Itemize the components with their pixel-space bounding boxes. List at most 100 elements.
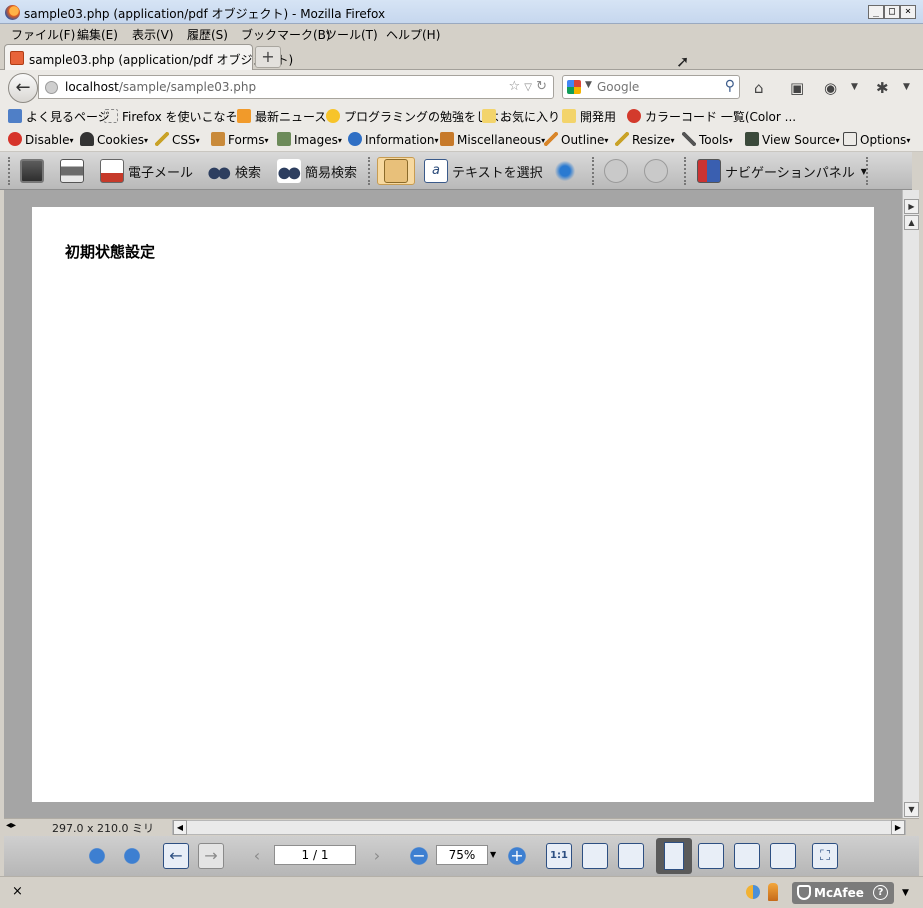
two-page-continuous-icon[interactable] [770, 843, 796, 869]
fit-page-icon[interactable] [582, 843, 608, 869]
rotate-ccw-button[interactable] [604, 157, 632, 185]
back-view-icon[interactable]: ← [163, 843, 189, 869]
menu-history[interactable]: 履歴(S) [187, 26, 228, 43]
navigation-panel-button[interactable]: ナビゲーションパネル ▼ [697, 157, 867, 185]
dev-miscellaneous[interactable]: Miscellaneous▾ [440, 132, 545, 147]
dev-outline[interactable]: Outline▾ [544, 132, 608, 147]
bookmark-development[interactable]: 開発用 [562, 108, 616, 124]
menu-tools[interactable]: ツール(T) [325, 26, 378, 43]
dev-cookies[interactable]: Cookies▾ [80, 132, 148, 147]
bookmark-most-visited[interactable]: よく見るページ [8, 108, 110, 124]
bookmark-favorites[interactable]: お気に入り [482, 108, 560, 124]
mcafee-shield-icon [797, 885, 811, 900]
pdf-viewer[interactable]: 初期状態設定 [4, 190, 902, 818]
close-window-button[interactable]: × [900, 5, 916, 19]
google-icon[interactable] [567, 80, 581, 94]
help-icon[interactable]: ? [873, 885, 888, 900]
search-engine-dropdown-icon[interactable]: ▼ [585, 80, 592, 90]
print-button[interactable] [60, 157, 88, 185]
full-screen-icon[interactable]: ⛶ [812, 843, 838, 869]
zoom-dropdown-icon[interactable]: ▼ [490, 850, 496, 859]
status-bar: × McAfee ? ▼ [0, 876, 923, 908]
hand-tool-button[interactable] [377, 157, 415, 185]
fit-width-icon[interactable] [618, 843, 644, 869]
zoom-input[interactable] [436, 845, 488, 865]
previous-page-icon[interactable]: ‹ [244, 843, 270, 869]
toolbar-grip [8, 157, 12, 185]
reload-icon[interactable]: ↻ [536, 79, 547, 94]
bookmark-firefox-guide[interactable]: Firefox を使いこなそう [104, 108, 250, 124]
bookmark-color-codes[interactable]: カラーコード 一覧(Color ... [627, 108, 796, 124]
close-status-icon[interactable]: × [12, 884, 23, 899]
actual-size-icon[interactable]: 1:1 [546, 843, 572, 869]
email-button[interactable]: 電子メール [100, 157, 193, 185]
dev-options[interactable]: Options▾ [843, 132, 910, 147]
screen-icon[interactable]: ▣ [790, 79, 804, 97]
vertical-scrollbar[interactable]: ▶ ▲ ▼ [902, 190, 919, 818]
css-icon [155, 132, 169, 146]
next-view-icon[interactable] [119, 843, 145, 869]
screenshot-icon[interactable]: ◉ [824, 79, 837, 97]
dev-tools[interactable]: Tools▾ [682, 132, 733, 147]
bookmark-latest-news[interactable]: 最新ニュース [237, 108, 326, 124]
scroll-right-arrow-icon[interactable]: ▶ [891, 820, 905, 835]
url-text[interactable]: localhost/sample/sample03.php [65, 80, 256, 94]
save-button[interactable] [20, 157, 48, 185]
zoom-out-icon[interactable]: − [406, 843, 432, 869]
folder-icon [482, 109, 496, 123]
menu-edit[interactable]: 編集(E) [77, 26, 118, 43]
bookmark-star-icon[interactable]: ☆ [508, 79, 520, 94]
menu-help[interactable]: ヘルプ(H) [386, 26, 440, 43]
dev-forms[interactable]: Forms▾ [211, 132, 269, 147]
forward-view-icon[interactable]: → [198, 843, 224, 869]
mcafee-button[interactable]: McAfee ? [792, 882, 894, 904]
new-tab-button[interactable]: + [255, 46, 281, 68]
web-developer-bar: Disable▾ Cookies▾ CSS▾ Forms▾ Images▾ In… [0, 128, 923, 152]
addon-dropdown-icon[interactable]: ▼ [903, 82, 910, 92]
status-addon-icon[interactable] [746, 885, 760, 899]
next-page-icon[interactable]: › [364, 843, 390, 869]
page-number-input[interactable] [274, 845, 356, 865]
dev-information[interactable]: Information▾ [348, 132, 438, 147]
url-bar[interactable]: localhost/sample/sample03.php ☆ ▽ ↻ [38, 75, 554, 99]
horizontal-scrollbar[interactable]: ◀ ▶ [172, 820, 906, 835]
maximize-button[interactable]: □ [884, 5, 900, 19]
search-button[interactable]: 検索 [207, 157, 261, 185]
back-button[interactable]: ← [8, 73, 38, 103]
set-button[interactable] [553, 157, 581, 185]
scroll-up-arrow-icon[interactable]: ▲ [904, 215, 919, 230]
continuous-page-icon[interactable] [698, 843, 724, 869]
tab-sample03[interactable]: sample03.php (application/pdf オブジェクト) [4, 44, 293, 70]
dev-images[interactable]: Images▾ [277, 132, 342, 147]
home-icon[interactable]: ⌂ [754, 79, 764, 97]
dev-resize[interactable]: Resize▾ [615, 132, 674, 147]
rotate-cw-button[interactable] [644, 157, 672, 185]
quick-search-button[interactable]: 簡易検索 [277, 157, 357, 185]
select-text-button[interactable]: a テキストを選択 [424, 157, 543, 185]
screenshot-dropdown-icon[interactable]: ▼ [851, 82, 858, 92]
history-dropdown-icon[interactable]: ▽ [524, 82, 532, 93]
previous-view-icon[interactable] [84, 843, 110, 869]
status-dropdown-icon[interactable]: ▼ [902, 888, 909, 898]
menu-file[interactable]: ファイル(F) [11, 26, 75, 43]
single-page-mode-button[interactable] [656, 838, 692, 874]
scroll-right-arrow-icon[interactable]: ▶ [904, 199, 919, 214]
at-icon [326, 109, 340, 123]
scroll-down-arrow-icon[interactable]: ▼ [904, 802, 919, 817]
dev-disable[interactable]: Disable▾ [8, 132, 74, 147]
search-input[interactable] [595, 79, 715, 95]
two-page-icon[interactable] [734, 843, 760, 869]
dev-view-source[interactable]: View Source▾ [745, 132, 840, 147]
menu-bookmarks[interactable]: ブックマーク(B) [241, 26, 331, 43]
status-extension-icon[interactable] [768, 883, 778, 901]
addon-icon[interactable]: ✱ [876, 79, 889, 97]
split-handle-icon[interactable]: ◂▸ [6, 820, 16, 831]
zoom-in-icon[interactable]: + [504, 843, 530, 869]
minimize-button[interactable]: _ [868, 5, 884, 19]
menu-view[interactable]: 表示(V) [132, 26, 174, 43]
search-icon[interactable]: ⚲ [725, 78, 735, 94]
dev-css[interactable]: CSS▾ [155, 132, 200, 147]
scroll-left-arrow-icon[interactable]: ◀ [173, 820, 187, 835]
toolbar-grip [592, 157, 596, 185]
pdf-navigation-bar: ← → ‹ › − ▼ + 1:1 ⛶ [4, 836, 919, 876]
